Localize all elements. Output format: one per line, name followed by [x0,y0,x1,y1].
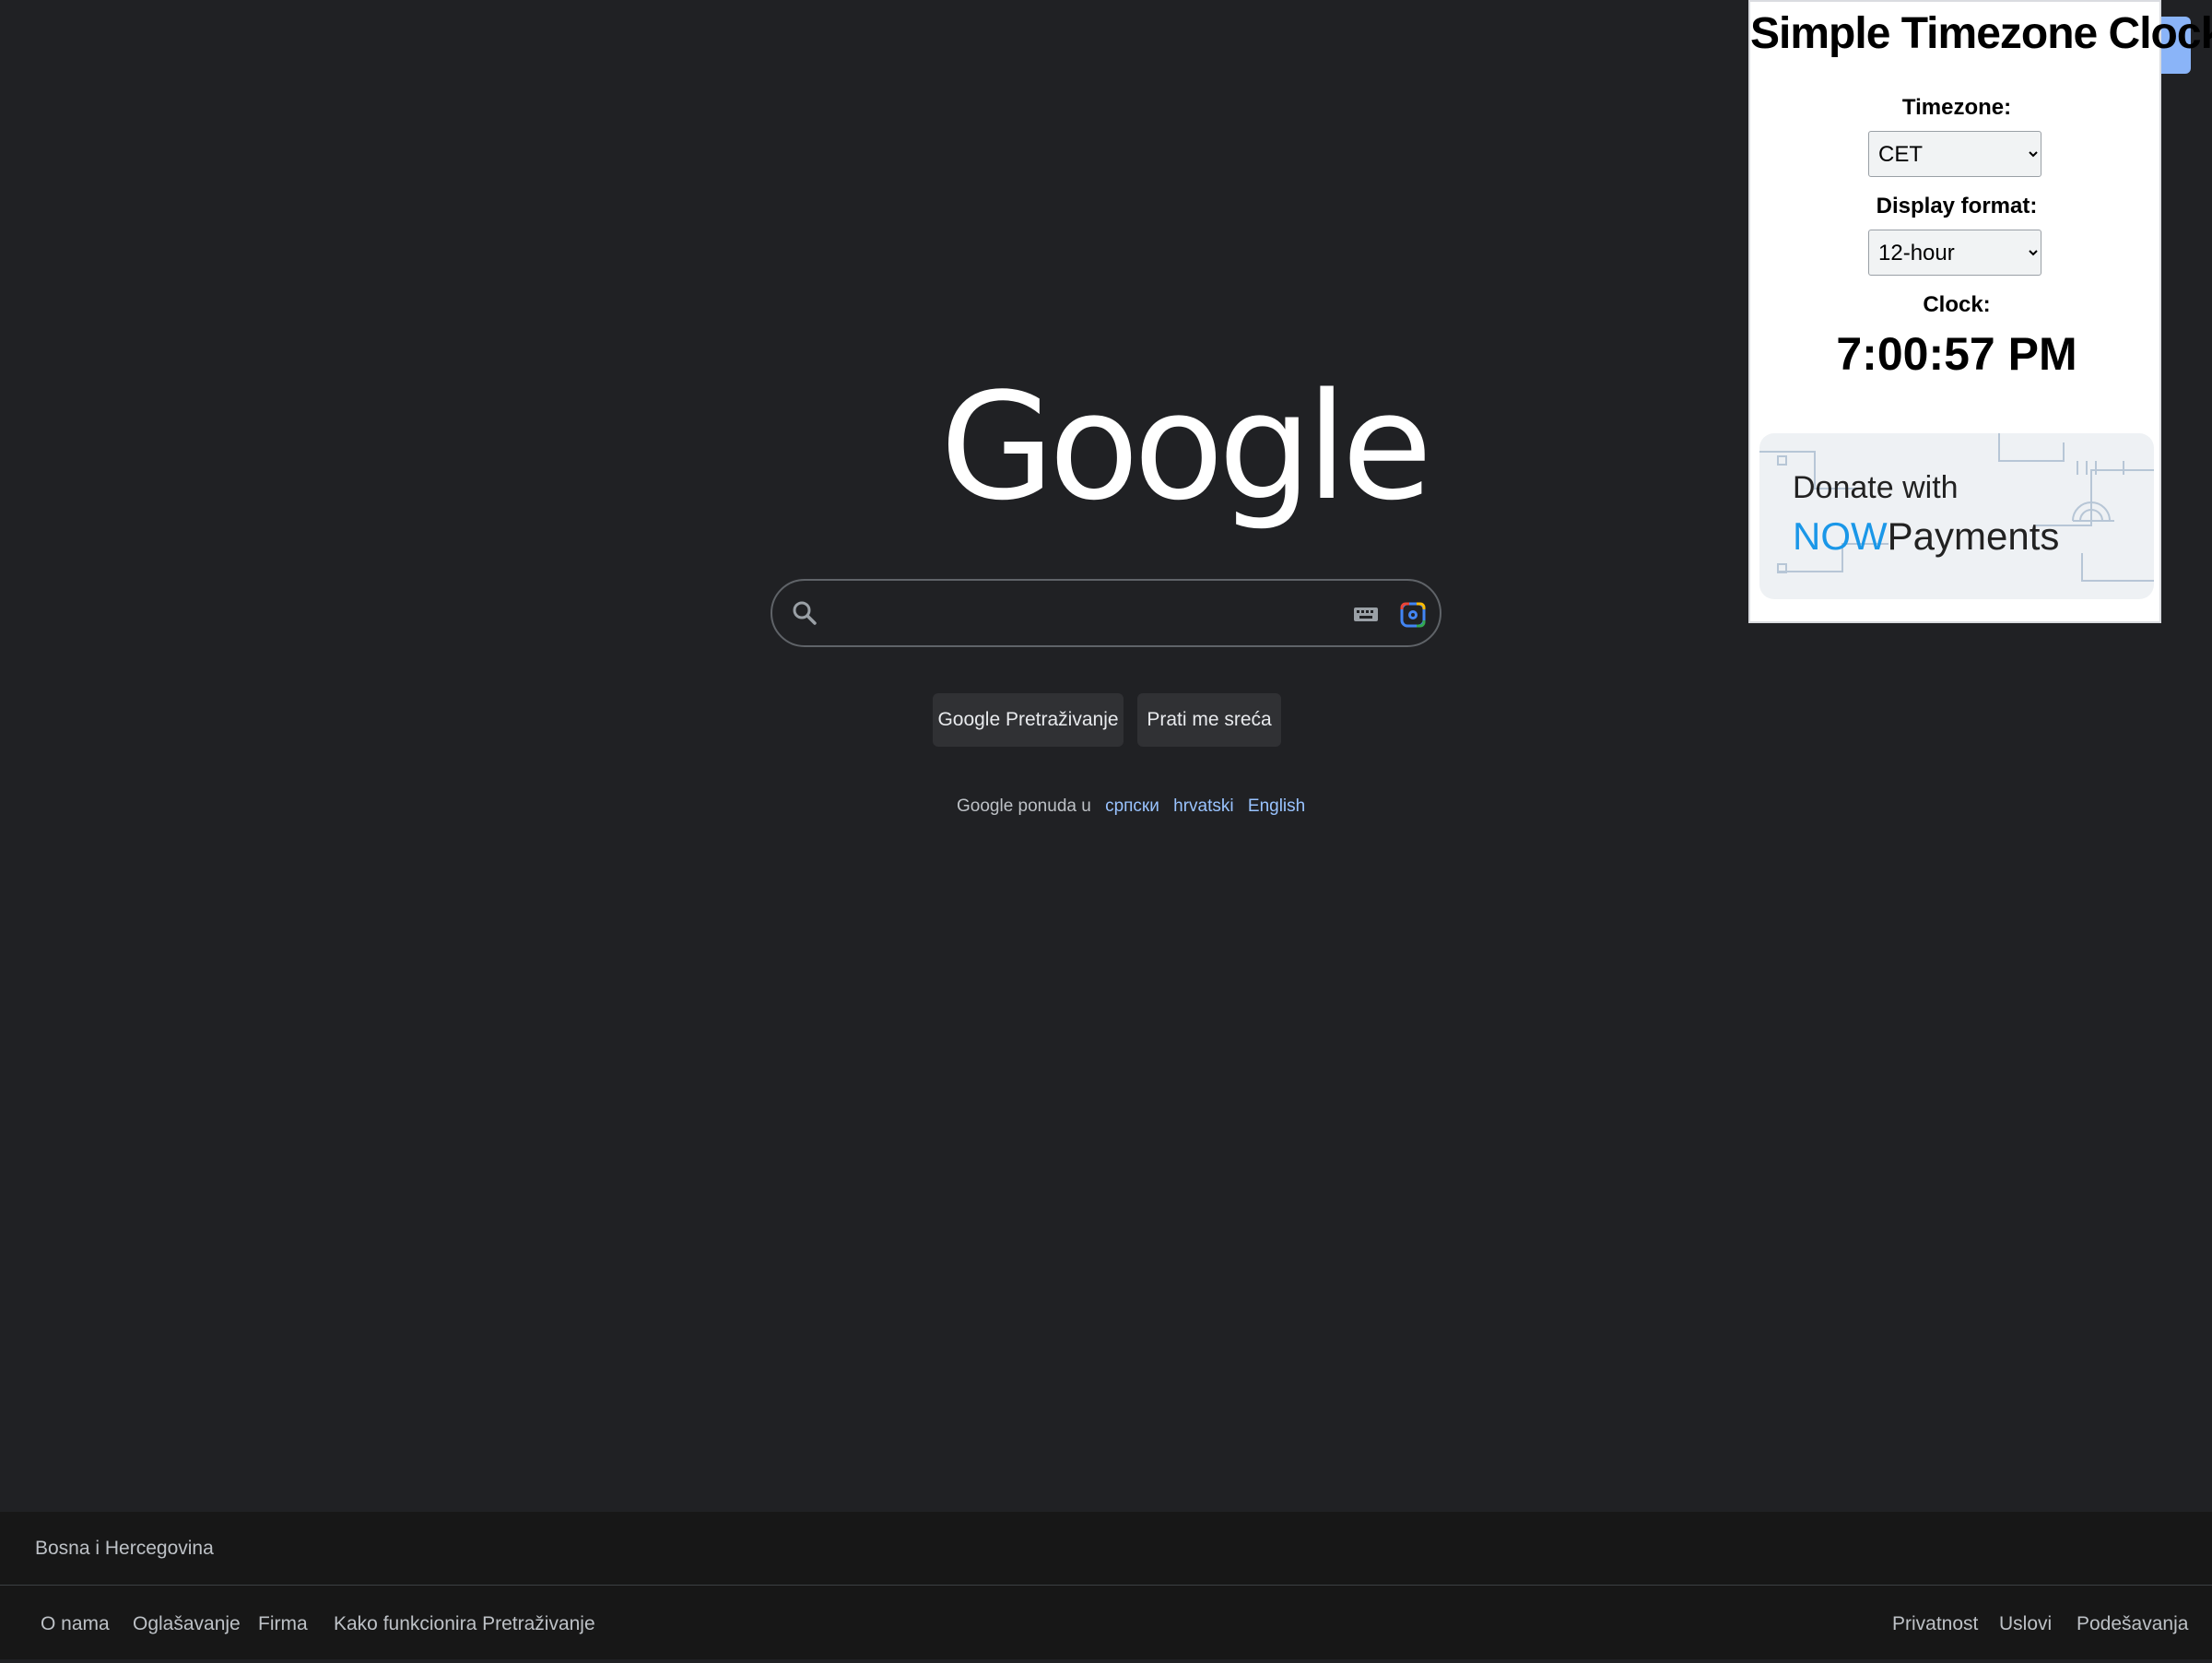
footer-link-how-search-works[interactable]: Kako funkcionira Pretraživanje [334,1586,595,1663]
search-input[interactable] [837,592,1320,638]
footer-link-about[interactable]: O nama [41,1586,110,1663]
clock-label: Clock: [1923,292,1991,317]
nowpayments-logo-payments: Payments [1887,514,2060,558]
language-link-serbian[interactable]: српски [1105,796,1159,816]
timezone-select[interactable]: CET [1868,131,2041,177]
footer-link-advertising[interactable]: Oglašavanje [133,1586,241,1663]
clock-display: 7:00:57 PM [1836,328,2077,380]
footer-link-privacy[interactable]: Privatnost [1892,1586,1978,1663]
nowpayments-logo-now: NOW [1793,514,1888,558]
search-bar[interactable] [771,579,1441,647]
footer-link-settings[interactable]: Podešavanja [2077,1586,2188,1663]
display-format-select[interactable]: 12-hour [1868,230,2041,276]
footer-link-terms[interactable]: Uslovi [1999,1586,2052,1663]
language-offer: Google ponuda u српски hrvatski English [957,793,1325,820]
feeling-lucky-button[interactable]: Prati me sreća [1137,693,1281,747]
timezone-clock-popup: Simple Timezone Clock Timezone: CET Disp… [1748,0,2212,623]
keyboard-icon[interactable] [1351,599,1381,629]
footer-country: Bosna i Hercegovina [35,1538,214,1559]
language-link-croatian[interactable]: hrvatski [1173,796,1233,816]
search-icon [793,601,817,625]
footer-link-business[interactable]: Firma [258,1586,308,1663]
timezone-label: Timezone: [1901,95,2012,120]
google-search-button[interactable]: Google Pretraživanje [933,693,1124,747]
donate-nowpayments-button[interactable]: Donate with NOWPayments [1759,433,2154,599]
popup-title: Simple Timezone Clock [1750,9,2212,58]
lens-camera-icon[interactable] [1394,596,1431,632]
display-format-label: Display format: [1876,194,2038,218]
google-logo: Google [940,360,1432,533]
footer-country-bar: Bosna i Hercegovina [0,1512,2212,1586]
donate-text: Donate with [1793,470,1959,505]
footer-links-bar: O nama Oglašavanje Firma Kako funkcionir… [0,1586,2212,1659]
language-offer-text: Google ponuda u [957,796,1091,816]
nowpayments-logo: NOWPayments [1793,514,2059,559]
language-link-english[interactable]: English [1248,796,1305,816]
